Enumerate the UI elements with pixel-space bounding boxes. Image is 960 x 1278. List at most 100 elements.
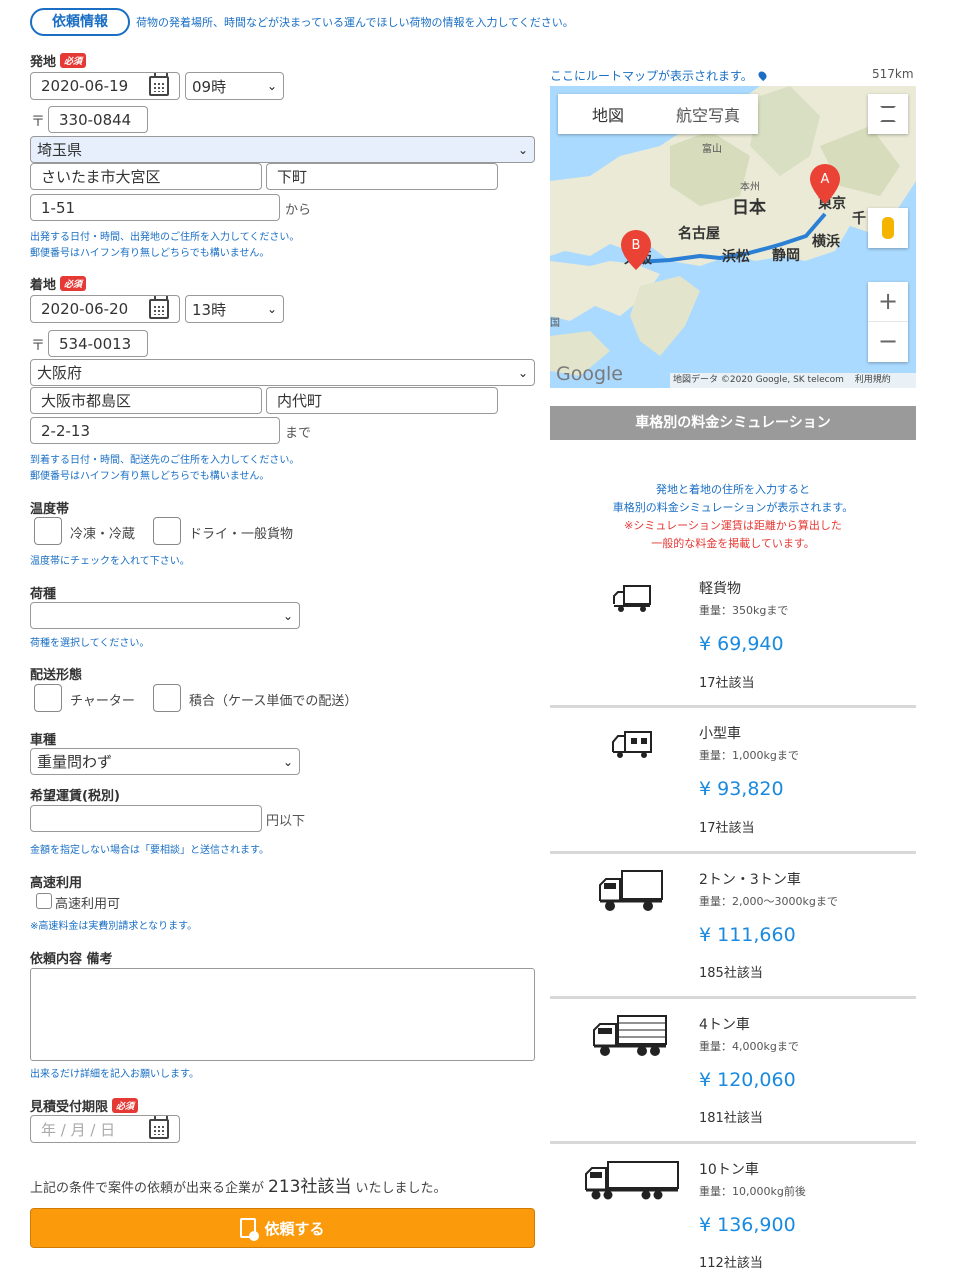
highway-checkbox[interactable] xyxy=(36,893,52,909)
destination-prefecture-select[interactable]: 大阪府 ⌄ xyxy=(30,359,535,386)
fare-note: 金額を指定しない場合は「要相談」と送信されます。 xyxy=(30,845,269,856)
map-terms-link[interactable]: 利用規約 xyxy=(855,375,891,385)
origin-town-input[interactable]: 下町 xyxy=(266,163,498,190)
destination-suffix: まで xyxy=(285,426,312,441)
chevron-down-icon: ⌄ xyxy=(517,365,528,380)
2ton-truck-icon xyxy=(598,869,664,917)
svg-text:浜松: 浜松 xyxy=(722,248,750,265)
map-caption-text: ここにルートマップが表示されます。 xyxy=(550,69,753,83)
zoom-in-button[interactable]: + xyxy=(868,282,908,322)
chevron-down-icon: ⌄ xyxy=(266,79,277,93)
truck-count: 112社該当 xyxy=(699,1256,763,1271)
simulation-warn-1: ※シミュレーション運賃は距離から算出した xyxy=(624,519,842,532)
small-truck-icon xyxy=(611,730,653,764)
highway-note: ※高速料金は実費別請求となります。 xyxy=(30,921,198,932)
truck-count: 17社該当 xyxy=(699,821,755,836)
vehicle-select[interactable]: 重量問わず ⌄ xyxy=(30,748,300,775)
origin-time-value: 09時 xyxy=(192,77,227,96)
delivery-label: 配送形態 xyxy=(30,668,83,683)
divider xyxy=(550,705,916,708)
document-check-icon xyxy=(240,1218,260,1241)
svg-text:日本: 日本 xyxy=(732,197,766,218)
destination-date-input[interactable]: 2020-06-20 xyxy=(30,295,180,323)
calendar-icon[interactable] xyxy=(149,73,169,96)
simulation-desc-2: 車格別の料金シミュレーションが表示されます。 xyxy=(612,501,854,514)
origin-label: 発地 必須 xyxy=(30,51,87,70)
origin-postal-value: 330-0844 xyxy=(59,110,132,129)
origin-date-input[interactable]: 2020-06-19 xyxy=(30,72,180,100)
temperature-frozen-checkbox[interactable] xyxy=(34,517,62,545)
origin-date-value: 2020-06-19 xyxy=(41,77,129,95)
truck-weight: 重量：4,000kgまで xyxy=(699,1040,799,1053)
svg-text:静岡: 静岡 xyxy=(772,247,800,264)
origin-postal-input[interactable]: 330-0844 xyxy=(48,106,148,133)
destination-town-input[interactable]: 内代町 xyxy=(266,387,498,414)
truck-weight: 重量：10,000kg前後 xyxy=(699,1185,806,1198)
chevron-down-icon: ⌄ xyxy=(266,302,277,316)
tab-map[interactable]: 地図 xyxy=(558,94,658,134)
truck-weight: 重量：2,000〜3000kgまで xyxy=(699,895,838,908)
tab-satellite[interactable]: 航空写真 xyxy=(658,94,758,134)
highway-label: 高速利用 xyxy=(30,876,83,891)
tab-request-info[interactable]: 依頼情報 xyxy=(30,8,130,36)
destination-label: 着地 必須 xyxy=(30,274,87,293)
street-view-button[interactable] xyxy=(868,208,908,248)
truck-count: 181社該当 xyxy=(699,1111,763,1126)
temperature-note: 温度帯にチェックを入れて下さい。 xyxy=(30,556,190,567)
map-attribution: 地図データ ©2020 Google, SK telecom 利用規約 xyxy=(670,373,916,388)
svg-text:Google: Google xyxy=(556,363,623,385)
origin-address-input[interactable]: 1-51 xyxy=(30,194,280,221)
postal-mark: 〒 xyxy=(31,338,45,354)
remarks-textarea[interactable] xyxy=(30,968,535,1061)
truck-name: 2トン・3トン車 xyxy=(699,872,801,888)
destination-address-input[interactable]: 2-2-13 xyxy=(30,417,280,444)
delivery-charter-label: チャーター xyxy=(70,694,135,709)
summary-count: 213社該当 xyxy=(268,1177,352,1197)
calendar-icon[interactable] xyxy=(149,296,169,319)
temperature-label: 温度帯 xyxy=(30,502,70,517)
vehicle-value: 重量問わず xyxy=(37,753,113,771)
vehicle-label: 車種 xyxy=(30,733,57,748)
delivery-shared-label: 積合（ケース単価での配送） xyxy=(189,694,358,709)
origin-label-text: 発地 xyxy=(30,55,57,70)
header-description: 荷物の発着場所、時間などが決まっている運んでほしい荷物の情報を入力してください。 xyxy=(136,16,574,29)
calendar-icon[interactable] xyxy=(149,1116,169,1139)
map-attribution-text: 地図データ ©2020 Google, SK telecom xyxy=(673,375,844,385)
divider xyxy=(550,851,916,854)
destination-city-input[interactable]: 大阪市都島区 xyxy=(30,387,262,414)
highway-option-label: 高速利用可 xyxy=(55,897,121,912)
cargo-select[interactable]: ⌄ xyxy=(30,602,300,629)
delivery-shared-checkbox[interactable] xyxy=(153,684,181,712)
deadline-date-input[interactable]: 年 / 月 / 日 xyxy=(30,1115,180,1143)
origin-note-2: 郵便番号はハイフン有り無しどちらでも構いません。 xyxy=(30,248,270,259)
truck-name: 小型車 xyxy=(699,726,741,742)
destination-label-text: 着地 xyxy=(30,278,57,293)
svg-text:千: 千 xyxy=(852,210,866,227)
map-type-toggle: 地図 航空写真 xyxy=(558,94,758,134)
svg-text:富山: 富山 xyxy=(702,142,722,155)
origin-suffix: から xyxy=(285,203,312,218)
route-map[interactable]: 富山 本州 日本 東京 千 名古屋 横浜 浜松 静岡 大阪 国 A B Goog… xyxy=(550,86,916,388)
svg-text:A: A xyxy=(821,172,830,187)
fullscreen-button[interactable] xyxy=(868,94,908,134)
origin-city-value: さいたま市大宮区 xyxy=(41,168,161,186)
submit-label: 依頼する xyxy=(264,1219,325,1238)
simulation-header: 車格別の料金シミュレーション xyxy=(550,406,916,440)
svg-text:B: B xyxy=(632,238,641,253)
origin-prefecture-select[interactable]: 埼玉県 ⌄ xyxy=(30,136,535,163)
temperature-dry-checkbox[interactable] xyxy=(153,517,181,545)
origin-city-input[interactable]: さいたま市大宮区 xyxy=(30,163,262,190)
destination-postal-input[interactable]: 534-0013 xyxy=(48,330,148,357)
truck-weight: 重量：1,000kgまで xyxy=(699,749,799,762)
submit-request-button[interactable]: 依頼する xyxy=(30,1208,535,1248)
zoom-out-button[interactable]: − xyxy=(868,322,908,362)
fare-input[interactable] xyxy=(30,805,262,832)
destination-city-value: 大阪市都島区 xyxy=(41,392,132,410)
svg-text:名古屋: 名古屋 xyxy=(678,225,720,242)
delivery-charter-checkbox[interactable] xyxy=(34,684,62,712)
chevron-down-icon: ⌄ xyxy=(282,754,293,769)
chevron-down-icon: ⌄ xyxy=(517,142,528,157)
origin-time-select[interactable]: 09時 ⌄ xyxy=(185,72,284,100)
destination-time-select[interactable]: 13時 ⌄ xyxy=(185,295,284,323)
simulation-warn-2: 一般的な料金を掲載しています。 xyxy=(651,537,815,550)
